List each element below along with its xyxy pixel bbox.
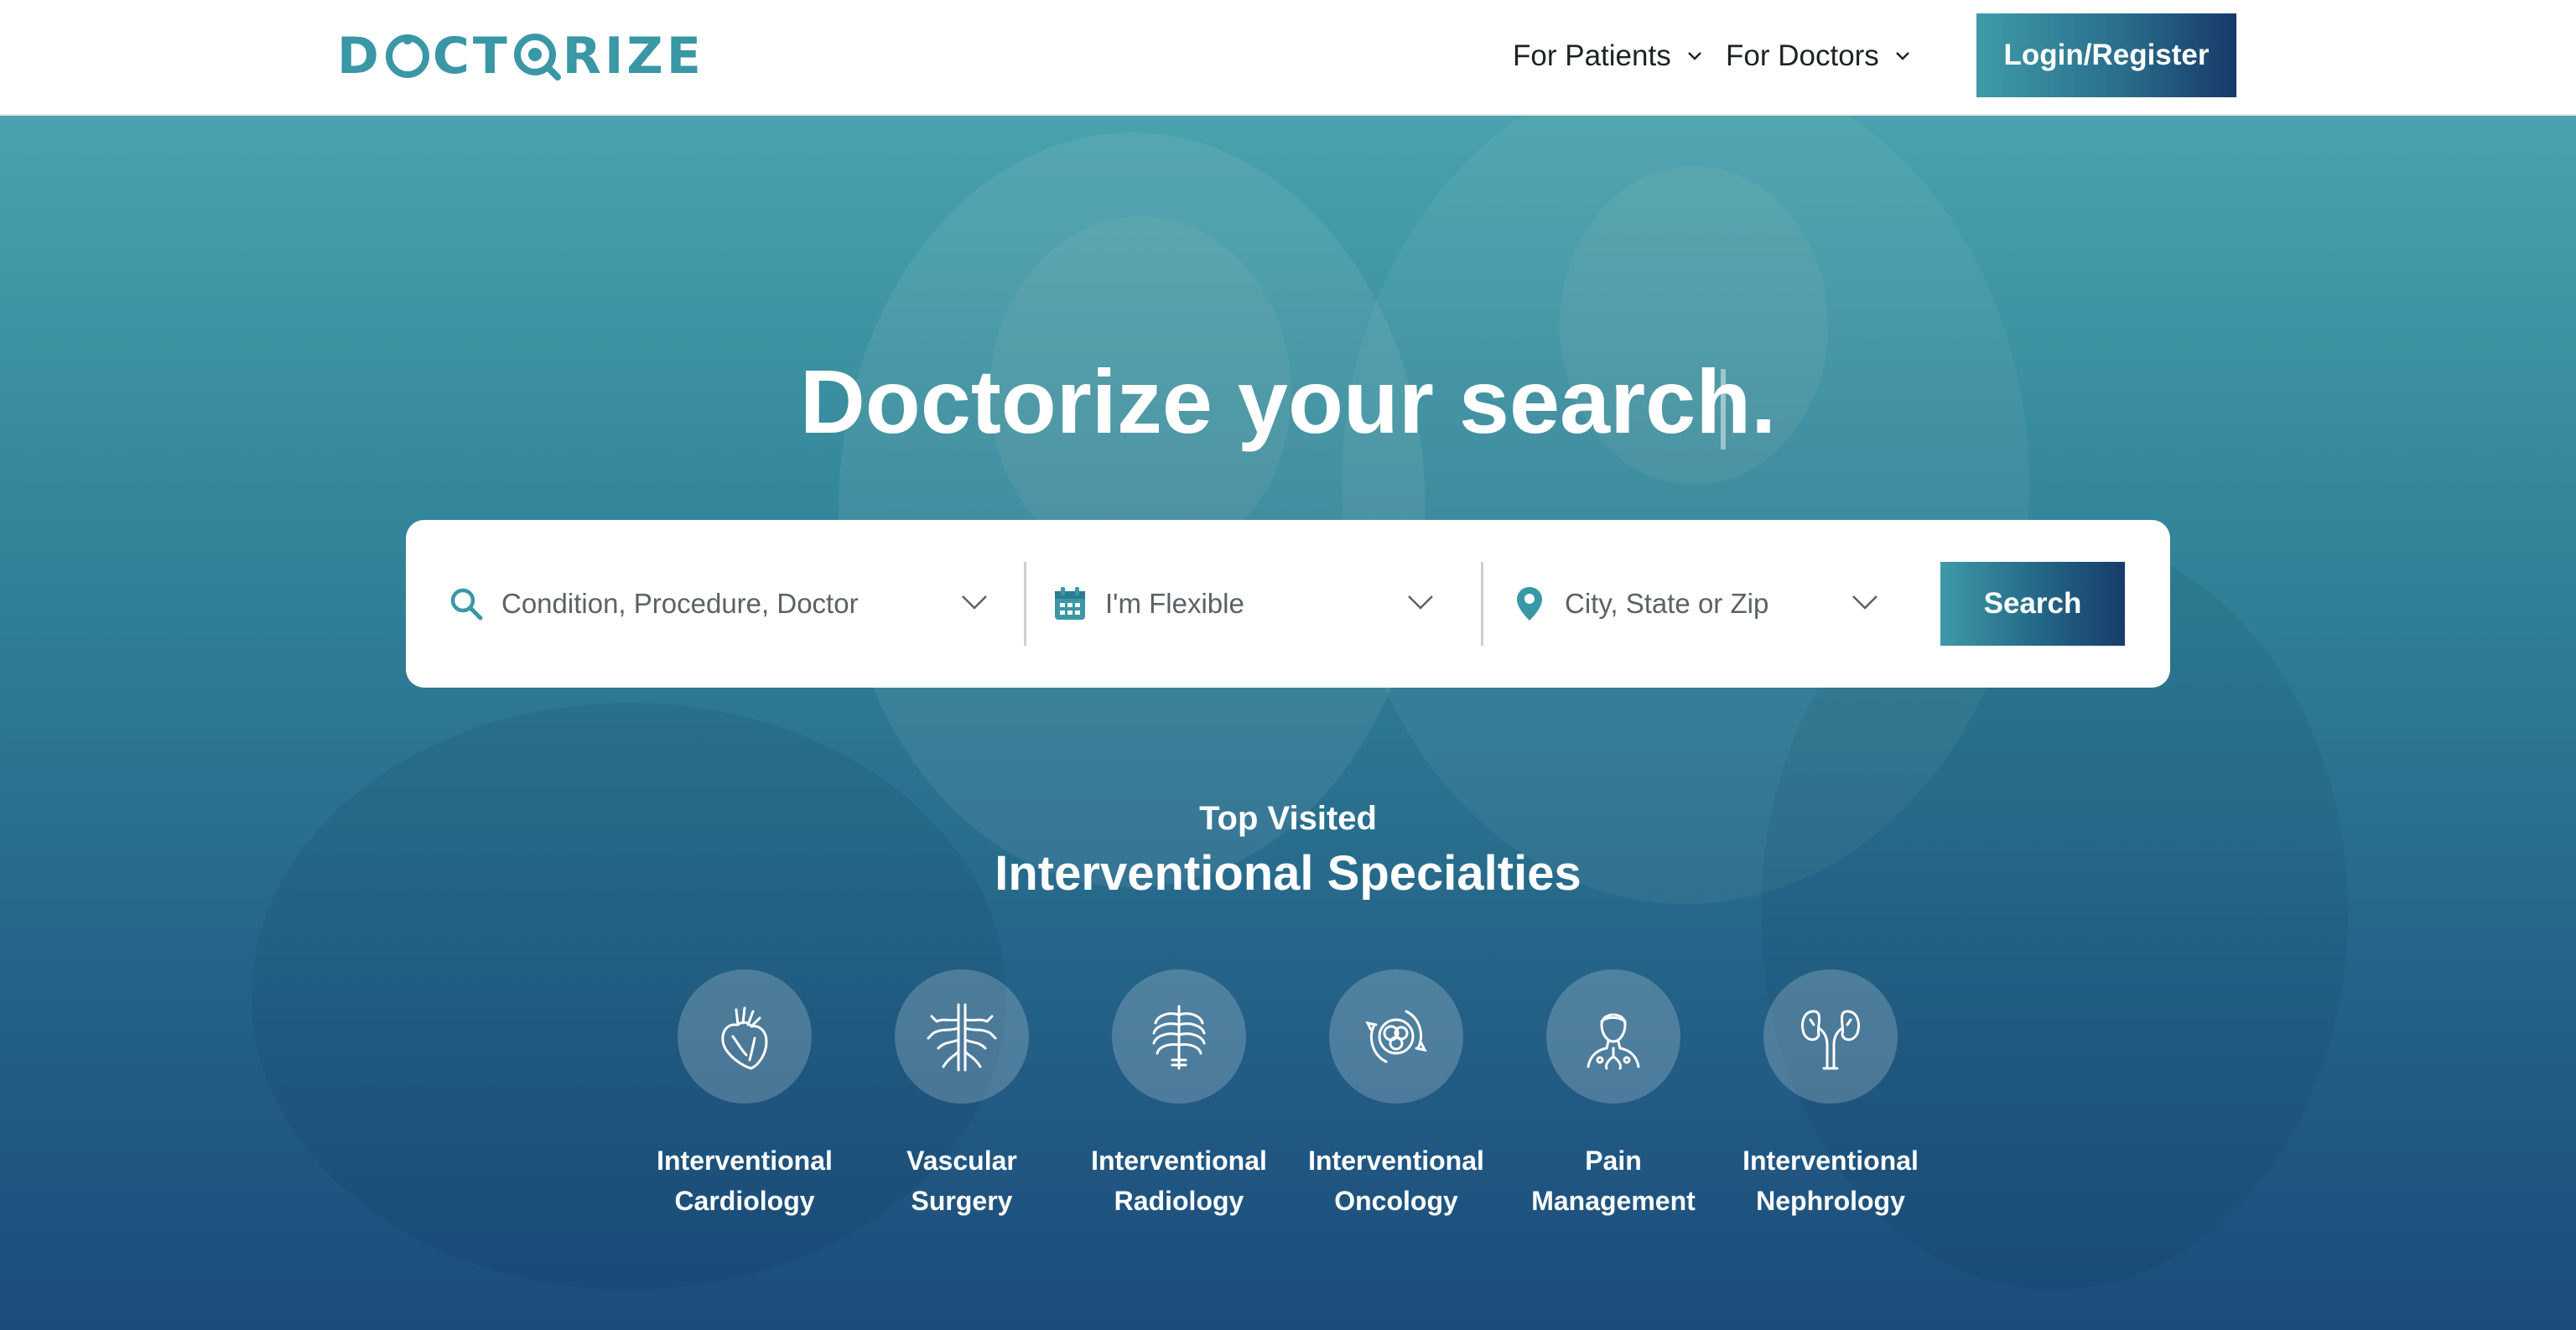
specialty-icon-circle	[678, 969, 812, 1104]
specialty-label: Vascular Surgery	[870, 1140, 1054, 1221]
search-icon	[448, 585, 485, 622]
label-line: Interventional	[1308, 1146, 1484, 1176]
specialty-icon-circle	[1112, 969, 1246, 1104]
kidneys-icon	[1801, 1010, 1860, 1070]
magnifier-o-icon	[513, 34, 561, 81]
hero-section: Doctorize your search. Condition, Proced…	[0, 116, 2576, 1330]
chevron-down-icon	[1687, 52, 1701, 60]
ribcage-icon	[1152, 1005, 1206, 1070]
label-line: Vascular	[906, 1146, 1017, 1176]
label-line: Surgery	[911, 1186, 1013, 1216]
chevron-down-icon[interactable]	[1852, 592, 1878, 612]
condition-search-input[interactable]	[501, 588, 937, 620]
search-bar: Search	[406, 520, 2170, 688]
label-line: Radiology	[1114, 1186, 1244, 1216]
label-line: Interventional	[657, 1146, 833, 1176]
nav-for-doctors[interactable]: For Doctors	[1726, 37, 1911, 75]
specialty-label: Interventional Cardiology	[652, 1140, 837, 1221]
nav-label: For Patients	[1513, 39, 1671, 72]
specialty-icon-circle	[1763, 969, 1898, 1104]
nav-for-patients[interactable]: For Patients	[1513, 37, 1703, 75]
specialty-icon-circle	[1329, 969, 1463, 1104]
specialty-icon-circle	[895, 969, 1029, 1104]
date-field[interactable]	[1052, 520, 1504, 688]
label-line: Cardiology	[674, 1186, 815, 1216]
section-subtitle: Top Visited	[1199, 800, 1377, 837]
label-line: Interventional	[1742, 1146, 1919, 1176]
chevron-down-icon[interactable]	[961, 592, 988, 612]
hero-title: Doctorize your search.	[799, 351, 1777, 452]
typing-cursor	[1721, 369, 1726, 449]
chevron-down-icon	[1895, 52, 1909, 60]
location-input[interactable]	[1565, 588, 1883, 620]
specialty-vascular-surgery[interactable]: Vascular Surgery	[870, 969, 1054, 1221]
condition-search-field[interactable]	[448, 520, 1018, 688]
search-button[interactable]: Search	[1940, 562, 2125, 646]
label-line: Pain	[1585, 1146, 1642, 1176]
field-divider	[1024, 562, 1026, 646]
doctorize-logo[interactable]: D CT RIZE	[337, 27, 704, 86]
site-header: D CT RIZE For Patients For Doctors Login…	[0, 0, 2576, 116]
label-line: Oncology	[1334, 1186, 1458, 1216]
stethoscope-o-icon	[385, 34, 429, 78]
location-pin-icon	[1511, 585, 1548, 622]
specialty-label: Interventional Nephrology	[1738, 1140, 1923, 1221]
calendar-icon	[1052, 585, 1088, 622]
label-line: Interventional	[1091, 1146, 1267, 1176]
person-nerves-icon	[1587, 1013, 1640, 1070]
label-line: Management	[1531, 1186, 1696, 1216]
nav-label: For Doctors	[1726, 39, 1879, 72]
logo-letters: RIZE	[562, 27, 704, 86]
specialty-interventional-cardiology[interactable]: Interventional Cardiology	[652, 969, 837, 1221]
specialty-pain-management[interactable]: Pain Management	[1521, 969, 1706, 1221]
specialty-label: Interventional Oncology	[1304, 1140, 1488, 1221]
field-divider	[1481, 562, 1483, 646]
specialty-label: Pain Management	[1521, 1140, 1706, 1221]
blood-vessels-icon	[927, 1003, 997, 1072]
specialty-interventional-oncology[interactable]: Interventional Oncology	[1304, 969, 1488, 1221]
section-title: Interventional Specialties	[995, 846, 1581, 901]
specialty-label: Interventional Radiology	[1087, 1140, 1271, 1221]
date-input[interactable]	[1105, 588, 1424, 620]
specialty-interventional-nephrology[interactable]: Interventional Nephrology	[1738, 969, 1923, 1221]
chevron-down-icon[interactable]	[1407, 592, 1434, 612]
heart-icon	[721, 1006, 768, 1070]
specialty-interventional-radiology[interactable]: Interventional Radiology	[1087, 969, 1271, 1221]
specialty-icon-circle	[1546, 969, 1680, 1104]
label-line: Nephrology	[1756, 1186, 1905, 1216]
location-field[interactable]	[1511, 520, 1964, 688]
cells-icon	[1365, 1010, 1427, 1063]
login-register-button[interactable]: Login/Register	[1976, 13, 2236, 97]
logo-letters: CT	[432, 27, 511, 86]
logo-letter: D	[337, 27, 382, 86]
